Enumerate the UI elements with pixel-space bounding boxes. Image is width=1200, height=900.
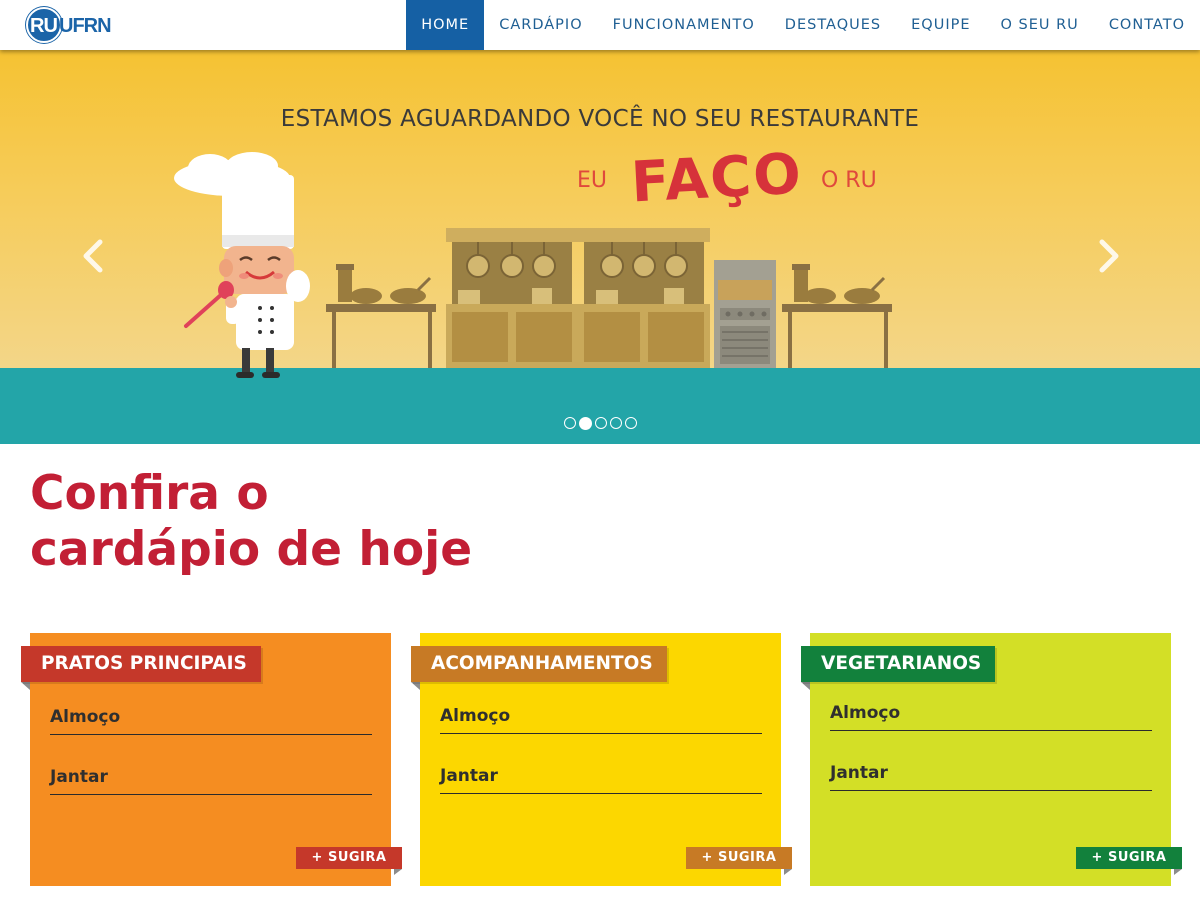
suggest-label: + SUGIRA bbox=[1091, 850, 1167, 865]
nav-item-funcionamento[interactable]: FUNCIONAMENTO bbox=[598, 0, 770, 50]
suggest-button[interactable]: + SUGIRA bbox=[1076, 847, 1182, 875]
nav-menu: HOME CARDÁPIO FUNCIONAMENTO DESTAQUES EQ… bbox=[406, 0, 1200, 50]
meal-row-almoco: Almoço bbox=[50, 703, 372, 735]
menu-card-vegetarianos: VEGETARIANOS Almoço Jantar + SUGIRA bbox=[801, 633, 1182, 886]
carousel-dot-1[interactable] bbox=[564, 417, 576, 429]
suggest-label: + SUGIRA bbox=[311, 850, 387, 865]
meal-label-jantar: Jantar bbox=[50, 767, 108, 787]
meal-label-almoco: Almoço bbox=[830, 703, 901, 723]
ru-ufrn-logo[interactable]: RU UFRN bbox=[26, 7, 112, 43]
menu-section-title: Confira o cardápio de hoje bbox=[30, 466, 630, 578]
menu-card-acompanhamentos: ACOMPANHAMENTOS Almoço Jantar + SUGIRA bbox=[411, 633, 792, 886]
chevron-left-icon[interactable] bbox=[80, 238, 108, 274]
kitchen-counters-illustration bbox=[326, 228, 892, 368]
nav-item-o-seu-ru[interactable]: O SEU RU bbox=[986, 0, 1094, 50]
menu-card-pratos-principais: PRATOS PRINCIPAIS Almoço Jantar + SUGIRA bbox=[21, 633, 402, 886]
logo-ru-text: RU bbox=[30, 15, 58, 37]
suggest-label: + SUGIRA bbox=[701, 850, 777, 865]
carousel-dot-3[interactable] bbox=[595, 417, 607, 429]
kitchen-illustration bbox=[174, 152, 892, 378]
card-title: ACOMPANHAMENTOS bbox=[431, 653, 653, 674]
logo-ufrn-text: UFRN bbox=[59, 15, 112, 37]
menu-title-line-2: cardápio de hoje bbox=[30, 522, 473, 577]
meal-label-jantar: Jantar bbox=[440, 766, 498, 786]
carousel-dot-2[interactable] bbox=[579, 417, 592, 430]
carousel-dot-4[interactable] bbox=[610, 417, 622, 429]
carousel-dot-5[interactable] bbox=[625, 417, 637, 429]
card-title: VEGETARIANOS bbox=[821, 653, 982, 674]
meal-row-almoco: Almoço bbox=[830, 699, 1152, 731]
card-title-ribbon: ACOMPANHAMENTOS bbox=[411, 646, 667, 690]
top-navbar: RU UFRN HOME CARDÁPIO FUNCIONAMENTO DEST… bbox=[0, 0, 1200, 50]
ribbon-fold bbox=[801, 682, 810, 690]
ribbon-fold bbox=[784, 869, 792, 875]
ribbon-fold bbox=[394, 869, 402, 875]
meal-row-almoco: Almoço bbox=[440, 702, 762, 734]
nav-item-cardapio[interactable]: CARDÁPIO bbox=[484, 0, 597, 50]
meal-label-almoco: Almoço bbox=[440, 706, 511, 726]
card-title-ribbon: VEGETARIANOS bbox=[801, 646, 996, 690]
nav-item-contato[interactable]: CONTATO bbox=[1094, 0, 1200, 50]
nav-item-home[interactable]: HOME bbox=[406, 0, 485, 50]
suggest-button[interactable]: + SUGIRA bbox=[686, 847, 792, 875]
hero-carousel: ESTAMOS AGUARDANDO VOCÊ NO SEU RESTAURAN… bbox=[0, 50, 1200, 444]
menu-title-line-1: Confira o bbox=[30, 466, 269, 521]
card-title-ribbon: PRATOS PRINCIPAIS bbox=[21, 646, 261, 690]
ribbon-fold bbox=[1174, 869, 1182, 875]
card-title: PRATOS PRINCIPAIS bbox=[41, 653, 247, 674]
suggest-button[interactable]: + SUGIRA bbox=[296, 847, 402, 875]
carousel-indicators bbox=[564, 417, 637, 430]
ribbon-fold bbox=[411, 682, 420, 690]
meal-row-jantar: Jantar bbox=[50, 763, 372, 795]
ribbon-fold bbox=[21, 682, 30, 690]
meal-row-jantar: Jantar bbox=[440, 762, 762, 794]
meal-label-jantar: Jantar bbox=[830, 763, 888, 783]
nav-item-destaques[interactable]: DESTAQUES bbox=[770, 0, 896, 50]
meal-label-almoco: Almoço bbox=[50, 707, 121, 727]
meal-row-jantar: Jantar bbox=[830, 759, 1152, 791]
chef-illustration bbox=[174, 152, 310, 378]
nav-item-equipe[interactable]: EQUIPE bbox=[896, 0, 985, 50]
chevron-right-icon[interactable] bbox=[1094, 238, 1122, 274]
